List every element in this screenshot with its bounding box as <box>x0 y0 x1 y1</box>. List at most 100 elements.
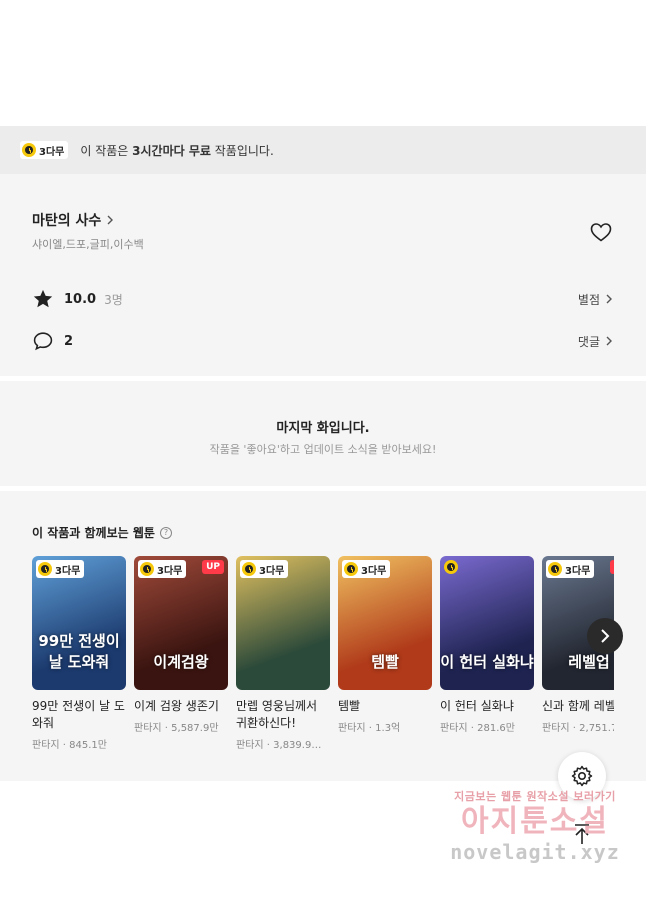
clock-icon <box>22 143 36 157</box>
rating-value: 10.0 <box>64 291 97 307</box>
meta-separator: · <box>59 740 70 751</box>
free-text-bold: 3시간마다 무료 <box>132 143 211 158</box>
clock-icon <box>344 562 358 576</box>
webtoon-meta: 판타지 · 5,587.9만 <box>134 719 228 734</box>
free-text-post: 작품입니다. <box>210 143 274 158</box>
comments-link[interactable]: 댓글 <box>578 333 614 350</box>
watermark-line3: novelagit.xyz <box>450 840 620 864</box>
webtoon-thumbnail: 3다무 UP 이계검왕 <box>134 556 228 690</box>
comments-count: 2 <box>64 333 74 349</box>
meta-separator: · <box>263 740 274 751</box>
webtoon-thumbnail: 3다무 99만 전생이 날 도와줘 <box>32 556 126 690</box>
webtoon-card[interactable]: 3다무 UP 이계검왕이계 검왕 생존기판타지 · 5,587.9만 <box>134 556 228 734</box>
up-badge: UP <box>610 560 614 574</box>
free-badge-label: 3다무 <box>361 565 387 577</box>
watermark-line2: 아지툰소설 <box>461 804 609 839</box>
webtoon-meta: 판타지 · 845.1만 <box>32 736 126 751</box>
free-badge-label: 3다무 <box>157 565 183 577</box>
rating-link-label: 별점 <box>577 292 600 307</box>
webtoon-card[interactable]: 3다무 템빨 템빨 판타지 · 1.3억 <box>338 556 432 734</box>
webtoon-views: 1.3억 <box>375 723 401 734</box>
webtoon-meta: 판타지 · 281.6만 <box>440 719 534 734</box>
webtoon-views: 2,751.7 <box>579 723 614 734</box>
work-info-panel: 마탄의 사수 샤이엘,드포,글피,이수백 10.0 3명 별점 2 댓글 <box>0 174 646 376</box>
free-banner: 3다무 이 작품은 3시간마다 무료 작품입니다. <box>0 126 646 174</box>
webtoon-genre: 판타지 <box>542 723 570 734</box>
free-badge: 3다무 <box>240 560 289 578</box>
chevron-right-icon <box>601 629 610 643</box>
meta-separator: · <box>161 723 172 734</box>
webtoon-card[interactable]: 3다무만렙 영웅님께서 귀환하신다! 판타지 · 3,839.9… <box>236 556 330 751</box>
last-episode-subtitle: 작품을 '좋아요'하고 업데이트 소식을 받아보세요! <box>209 443 437 456</box>
carousel-next-button[interactable] <box>587 618 623 654</box>
chevron-right-icon <box>107 215 114 225</box>
meta-separator: · <box>365 723 376 734</box>
rating-row: 10.0 3명 별점 <box>32 287 614 311</box>
webtoon-genre: 판타지 <box>236 740 264 751</box>
last-episode-title: 마지막 화입니다. <box>276 421 370 436</box>
free-badge: 3다무 <box>138 560 187 578</box>
star-icon <box>32 288 54 310</box>
webtoon-title: 신과 함께 레벨업 <box>542 699 614 713</box>
webtoon-meta: 판타지 · 3,839.9… <box>236 736 330 751</box>
free-badge: 3다무 <box>546 560 595 578</box>
free-badge: 3다무 <box>36 560 85 578</box>
work-title-link[interactable]: 마탄의 사수 <box>32 210 115 230</box>
cover-title-art: 99만 전생이 날 도와줘 <box>38 632 120 671</box>
gear-icon <box>571 765 593 787</box>
free-text-pre: 이 작품은 <box>80 143 133 158</box>
free-banner-text: 이 작품은 3시간마다 무료 작품입니다. <box>80 142 273 159</box>
clock-icon <box>38 562 52 576</box>
webtoon-views: 3,839.9… <box>273 740 322 751</box>
free-badge-label: 3다무 <box>55 565 81 577</box>
webtoon-card[interactable]: 이 헌터 실화냐 이 헌터 실화냐 판타지 · 281.6만 <box>440 556 534 734</box>
watermark: 지금보는 웹툰 원작소설 보러가기 아지툰소설 novelagit.xyz <box>430 788 640 888</box>
rating-count: 3명 <box>104 292 123 307</box>
webtoon-views: 281.6만 <box>477 723 515 734</box>
free-badge: 3다무 <box>20 141 69 159</box>
webtoon-title: 이계 검왕 생존기 <box>134 699 219 713</box>
recommendations-section: 이 작품과 함께보는 웹툰 ? 3다무 99만 전생이 날 도와줘 99만 전생이 … <box>0 491 646 781</box>
webtoon-genre: 판타지 <box>32 740 60 751</box>
meta-separator: · <box>569 723 580 734</box>
recommendations-heading-text: 이 작품과 함께보는 웹툰 <box>32 526 155 540</box>
chevron-right-icon <box>606 294 612 304</box>
webtoon-genre: 판타지 <box>134 723 162 734</box>
clock-icon <box>242 562 256 576</box>
cover-title-art: 템빨 <box>371 653 399 671</box>
cover-title-art: 이계검왕 <box>153 653 209 671</box>
webtoon-genre: 판타지 <box>440 723 468 734</box>
comments-row: 2 댓글 <box>32 329 614 353</box>
clock-icon <box>548 562 562 576</box>
webtoon-thumbnail: 이 헌터 실화냐 <box>440 556 534 690</box>
webtoon-thumbnail: 3다무 <box>236 556 330 690</box>
webtoon-title: 만렙 영웅님께서 귀환하신다! <box>236 699 318 730</box>
webtoon-meta: 판타지 · 2,751.7 <box>542 719 614 734</box>
webtoon-title: 템빨 <box>338 699 361 713</box>
speech-bubble-icon <box>32 330 54 352</box>
webtoon-meta: 판타지 · 1.3억 <box>338 719 432 734</box>
cover-title-art: 이 헌터 실화냐 <box>440 653 534 671</box>
cover-title-art: 레벨업 <box>568 653 610 671</box>
meta-separator: · <box>467 723 478 734</box>
work-authors: 샤이엘,드포,글피,이수백 <box>32 238 144 251</box>
webtoon-genre: 판타지 <box>338 723 366 734</box>
webtoon-views: 5,587.9만 <box>171 723 219 734</box>
heart-icon[interactable] <box>589 220 613 244</box>
last-episode-notice: 마지막 화입니다. 작품을 '좋아요'하고 업데이트 소식을 받아보세요! <box>0 381 646 486</box>
free-badge-label: 3다무 <box>259 565 285 577</box>
work-title: 마탄의 사수 <box>32 213 102 229</box>
chevron-right-icon <box>606 336 612 346</box>
recommendation-carousel: 3다무 99만 전생이 날 도와줘 99만 전생이 날 도와줘판타지 · 845.1… <box>32 556 614 766</box>
webtoon-card[interactable]: 3다무 99만 전생이 날 도와줘 99만 전생이 날 도와줘판타지 · 845.1… <box>32 556 126 751</box>
webtoon-thumbnail: 3다무템빨 <box>338 556 432 690</box>
watermark-line1: 지금보는 웹툰 원작소설 보러가기 <box>454 790 616 803</box>
rating-link[interactable]: 별점 <box>578 291 614 308</box>
free-badge-label: 3다무 <box>39 146 65 158</box>
free-badge-label: 3다무 <box>565 565 591 577</box>
clock-icon <box>444 560 458 574</box>
webtoon-title: 99만 전생이 날 도와줘 <box>32 699 125 730</box>
question-icon[interactable]: ? <box>159 526 172 539</box>
recommendations-heading: 이 작품과 함께보는 웹툰 ? <box>32 524 172 541</box>
webtoon-views: 845.1만 <box>69 740 107 751</box>
